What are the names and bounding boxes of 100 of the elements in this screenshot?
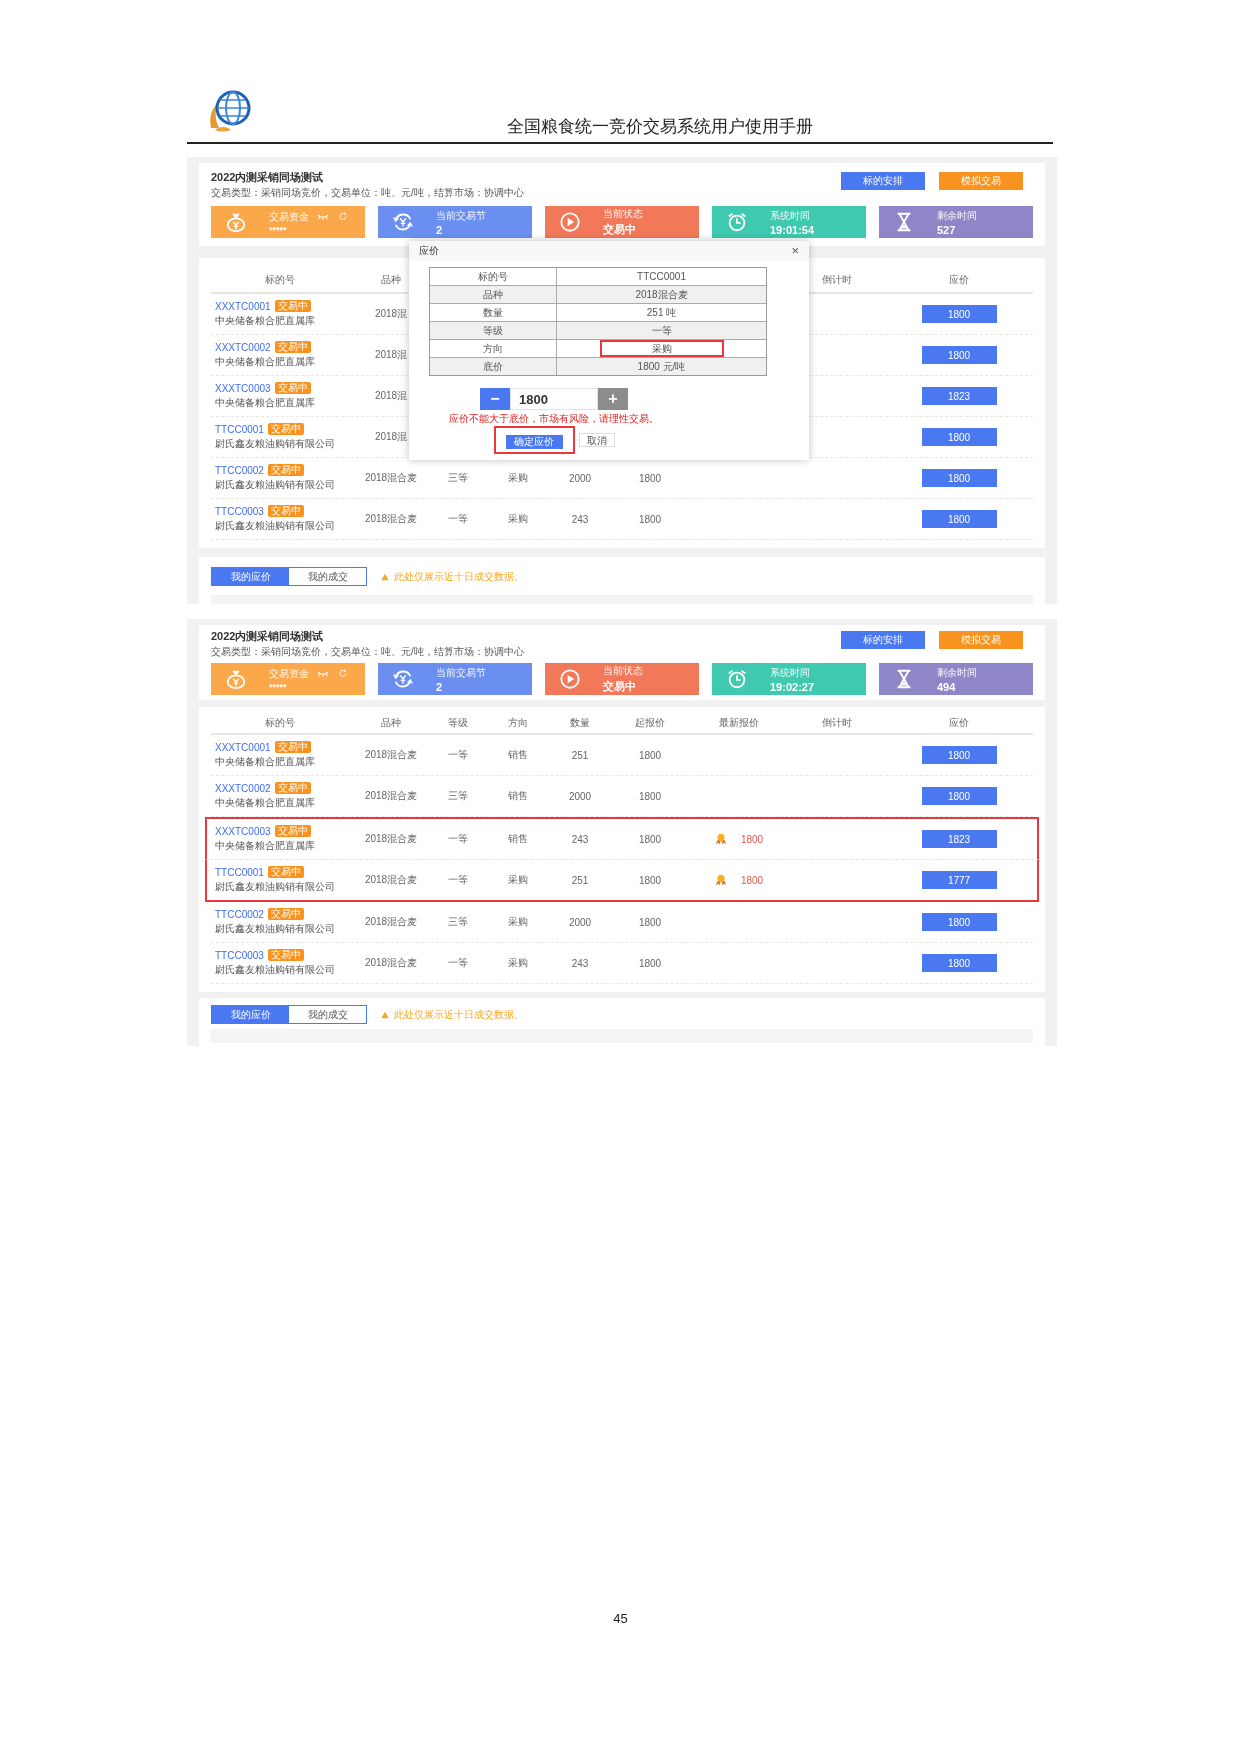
bid-button[interactable]: 1800: [921, 510, 997, 528]
close-button[interactable]: ×: [791, 244, 799, 258]
table-cell: 三等: [448, 471, 468, 485]
table-cell: 采购: [508, 873, 528, 887]
table-cell: 三等: [448, 789, 468, 803]
action-button[interactable]: 模拟交易: [939, 631, 1023, 649]
table-cell: 2000: [568, 472, 592, 484]
company-name: 中央储备粮合肥直属库: [215, 314, 316, 328]
table-cell: 销售: [508, 832, 528, 846]
lot-link[interactable]: XXXTC0003: [215, 382, 271, 394]
lot-link[interactable]: XXXTC0001: [215, 741, 271, 753]
table-cell: 1800: [638, 874, 662, 886]
bid-button[interactable]: 1800: [921, 305, 997, 323]
bid-button[interactable]: 1800: [921, 469, 997, 487]
tab[interactable]: 我的应价: [212, 1006, 289, 1023]
lot-link[interactable]: XXXTC0003: [215, 825, 271, 837]
currency-exchange-icon: [392, 668, 414, 690]
card-value: 494: [937, 680, 957, 693]
bid-button[interactable]: 1800: [921, 913, 997, 931]
alarm-clock-icon: [726, 668, 748, 690]
table-cell: 采购: [508, 956, 528, 970]
bid-button[interactable]: 1800: [921, 746, 997, 764]
card-label: 当前交易节: [436, 208, 486, 223]
table-cell: 采购: [508, 915, 528, 929]
card-value: 2: [436, 223, 444, 236]
table-cell: 2018混合麦: [364, 512, 418, 526]
column-header: 应价: [949, 273, 969, 287]
bid-button[interactable]: 1777: [921, 871, 997, 889]
field-value: 一等: [650, 323, 673, 338]
bid-button[interactable]: 1800: [921, 787, 997, 805]
table-cell: 一等: [448, 832, 468, 846]
refresh-icon[interactable]: [337, 212, 349, 221]
card-value: 527: [937, 223, 957, 236]
refresh-icon[interactable]: [337, 669, 349, 678]
cancel-button[interactable]: 取消: [578, 433, 615, 447]
confirm-button[interactable]: 确定应价: [505, 435, 563, 449]
table-cell: 采购: [508, 512, 528, 526]
lot-link[interactable]: XXXTC0002: [215, 782, 271, 794]
table-cell: 2000: [568, 790, 592, 802]
field-value: 采购: [599, 340, 724, 357]
screen-title: 2022内测采销同场测试: [211, 629, 325, 644]
lot-link[interactable]: XXXTC0002: [215, 341, 271, 353]
table-cell: 1800: [638, 833, 662, 845]
warning-message: 应价不能大于底价，市场有风险，请理性交易。: [449, 413, 659, 424]
field-value: TTCC0001: [636, 271, 687, 282]
increase-button[interactable]: +: [598, 388, 628, 410]
column-header: 倒计时: [822, 273, 852, 287]
action-button[interactable]: 标的安排: [841, 172, 925, 190]
status-badge: 交易中: [267, 908, 304, 920]
company-name: 尉氏鑫友粮油购销有限公司: [215, 963, 336, 977]
eye-closed-icon[interactable]: [317, 669, 329, 678]
table-cell: 2018混合麦: [364, 873, 418, 887]
bid-button[interactable]: 1800: [921, 346, 997, 364]
company-name: 中央储备粮合肥直属库: [215, 796, 316, 810]
table-cell: 251: [571, 874, 589, 886]
lot-link[interactable]: XXXTC0001: [215, 300, 271, 312]
lot-link[interactable]: TTCC0001: [215, 866, 264, 878]
table-cell: 销售: [508, 789, 528, 803]
lot-link[interactable]: TTCC0002: [215, 464, 264, 476]
latest-price: 1800: [740, 833, 764, 845]
lot-link[interactable]: TTCC0001: [215, 423, 264, 435]
bid-button[interactable]: 1823: [921, 830, 997, 848]
card-label: 交易资金: [269, 209, 309, 224]
card-value: 交易中: [603, 679, 637, 694]
table-cell: 销售: [508, 748, 528, 762]
company-name: 中央储备粮合肥直属库: [215, 396, 316, 410]
table-cell: 1800: [638, 749, 662, 761]
table-cell: 一等: [448, 748, 468, 762]
alarm-clock-icon: [726, 211, 748, 233]
status-badge: 交易中: [274, 341, 311, 353]
currency-exchange-icon: [392, 211, 414, 233]
decrease-button[interactable]: −: [480, 388, 510, 410]
status-badge: 交易中: [267, 464, 304, 476]
price-field[interactable]: 1800: [510, 388, 598, 410]
status-badge: 交易中: [267, 949, 304, 961]
company-name: 尉氏鑫友粮油购销有限公司: [215, 922, 336, 936]
field-label: 数量: [483, 305, 503, 320]
status-badge: 交易中: [274, 382, 311, 394]
table-cell: 1800: [638, 513, 662, 525]
bid-button[interactable]: 1800: [921, 954, 997, 972]
column-header: 等级: [448, 715, 468, 730]
column-header: 倒计时: [822, 715, 852, 730]
status-badge: 交易中: [267, 505, 304, 517]
card-label: 当前交易节: [436, 665, 486, 680]
bid-button[interactable]: 1800: [921, 428, 997, 446]
table-cell: 2018混合麦: [364, 915, 418, 929]
eye-closed-icon[interactable]: [317, 212, 329, 221]
lot-link[interactable]: TTCC0003: [215, 505, 264, 517]
lot-link[interactable]: TTCC0003: [215, 949, 264, 961]
card-value: 19:02:27: [770, 680, 815, 693]
screen-title: 2022内测采销同场测试: [211, 170, 325, 185]
bid-button[interactable]: 1823: [921, 387, 997, 405]
table-cell: 2018混合麦: [364, 789, 418, 803]
dialog-title: 应价: [419, 244, 439, 258]
table-cell: 243: [571, 833, 589, 845]
table-cell: 2018混: [374, 348, 408, 362]
action-button[interactable]: 标的安排: [841, 631, 925, 649]
tab[interactable]: 我的应价: [212, 568, 289, 585]
action-button[interactable]: 模拟交易: [939, 172, 1023, 190]
lot-link[interactable]: TTCC0002: [215, 908, 264, 920]
